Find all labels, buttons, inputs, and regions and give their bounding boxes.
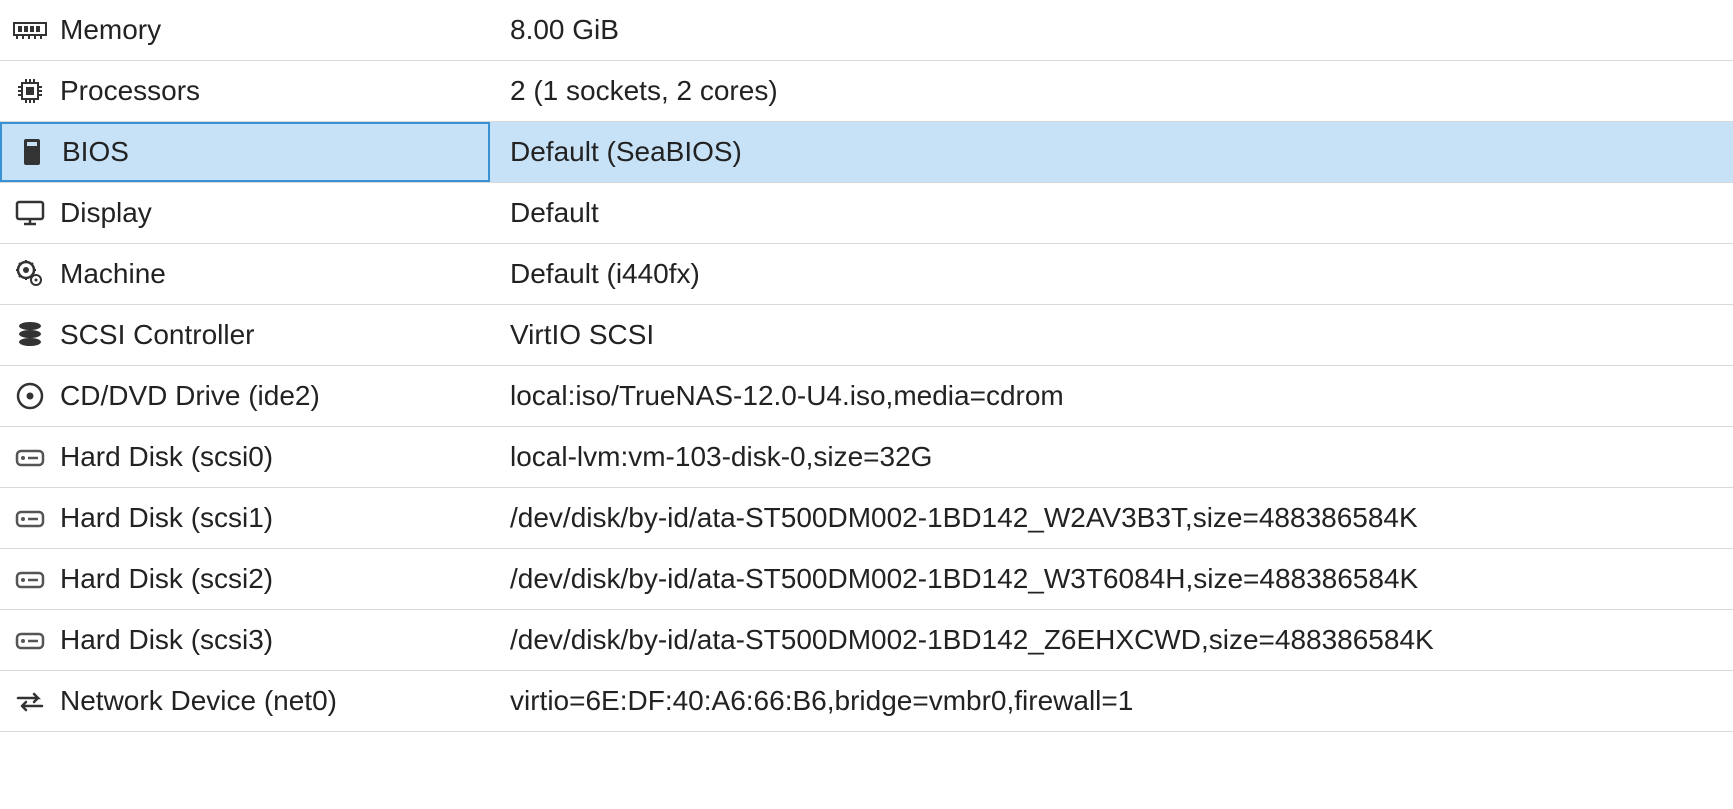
- table-row[interactable]: BIOS Default (SeaBIOS): [0, 122, 1733, 183]
- row-value: Default (SeaBIOS): [510, 136, 742, 168]
- network-icon: [0, 689, 60, 713]
- row-label: CD/DVD Drive (ide2): [60, 380, 320, 412]
- table-row[interactable]: Hard Disk (scsi3) /dev/disk/by-id/ata-ST…: [0, 610, 1733, 671]
- table-row[interactable]: Hard Disk (scsi1) /dev/disk/by-id/ata-ST…: [0, 488, 1733, 549]
- bios-icon: [2, 137, 62, 167]
- row-label: Network Device (net0): [60, 685, 337, 717]
- row-label: Processors: [60, 75, 200, 107]
- row-label: Hard Disk (scsi2): [60, 563, 273, 595]
- row-value: local:iso/TrueNAS-12.0-U4.iso,media=cdro…: [510, 380, 1064, 412]
- row-value: 8.00 GiB: [510, 14, 619, 46]
- table-row[interactable]: Display Default: [0, 183, 1733, 244]
- table-row[interactable]: Hard Disk (scsi0) local-lvm:vm-103-disk-…: [0, 427, 1733, 488]
- row-value: Default (i440fx): [510, 258, 700, 290]
- table-row[interactable]: Network Device (net0) virtio=6E:DF:40:A6…: [0, 671, 1733, 732]
- row-label: BIOS: [62, 136, 129, 168]
- hdd-icon: [0, 628, 60, 652]
- table-row[interactable]: Hard Disk (scsi2) /dev/disk/by-id/ata-ST…: [0, 549, 1733, 610]
- row-value: /dev/disk/by-id/ata-ST500DM002-1BD142_Z6…: [510, 624, 1434, 656]
- row-label: Hard Disk (scsi1): [60, 502, 273, 534]
- row-label: SCSI Controller: [60, 319, 255, 351]
- disc-icon: [0, 381, 60, 411]
- table-row[interactable]: SCSI Controller VirtIO SCSI: [0, 305, 1733, 366]
- row-label: Machine: [60, 258, 166, 290]
- hdd-icon: [0, 506, 60, 530]
- row-label: Hard Disk (scsi3): [60, 624, 273, 656]
- table-row[interactable]: Processors 2 (1 sockets, 2 cores): [0, 61, 1733, 122]
- row-value: /dev/disk/by-id/ata-ST500DM002-1BD142_W3…: [510, 563, 1418, 595]
- row-value: /dev/disk/by-id/ata-ST500DM002-1BD142_W2…: [510, 502, 1418, 534]
- row-value: virtio=6E:DF:40:A6:66:B6,bridge=vmbr0,fi…: [510, 685, 1133, 717]
- row-label: Memory: [60, 14, 161, 46]
- machine-icon: [0, 258, 60, 290]
- hdd-icon: [0, 445, 60, 469]
- row-value: local-lvm:vm-103-disk-0,size=32G: [510, 441, 932, 473]
- display-icon: [0, 199, 60, 227]
- row-value: Default: [510, 197, 599, 229]
- row-value: 2 (1 sockets, 2 cores): [510, 75, 778, 107]
- row-value: VirtIO SCSI: [510, 319, 654, 351]
- row-label: Hard Disk (scsi0): [60, 441, 273, 473]
- memory-icon: [0, 19, 60, 41]
- table-row[interactable]: CD/DVD Drive (ide2) local:iso/TrueNAS-12…: [0, 366, 1733, 427]
- row-label: Display: [60, 197, 152, 229]
- cpu-icon: [0, 75, 60, 107]
- storage-icon: [0, 320, 60, 350]
- hdd-icon: [0, 567, 60, 591]
- table-row[interactable]: Machine Default (i440fx): [0, 244, 1733, 305]
- hardware-list: Memory 8.00 GiB Processors 2 (1 sockets,…: [0, 0, 1733, 732]
- table-row[interactable]: Memory 8.00 GiB: [0, 0, 1733, 61]
